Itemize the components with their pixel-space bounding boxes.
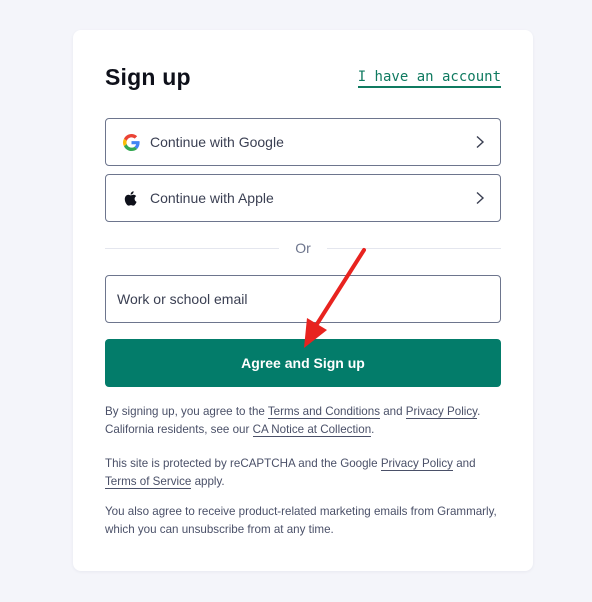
legal-text: apply. <box>191 475 225 488</box>
continue-with-google-button[interactable]: Continue with Google <box>105 118 501 166</box>
legal-text: and <box>452 457 476 470</box>
google-g-icon <box>123 134 140 151</box>
legal-text: . <box>371 423 375 436</box>
login-link[interactable]: I have an account <box>357 69 501 88</box>
terms-notice: By signing up, you agree to the Terms an… <box>105 403 501 439</box>
apple-button-label: Continue with Apple <box>150 190 274 206</box>
terms-and-conditions-link[interactable]: Terms and Conditions <box>267 405 380 419</box>
privacy-policy-link[interactable]: Privacy Policy <box>405 405 478 419</box>
chevron-right-icon <box>476 135 485 149</box>
continue-with-apple-button[interactable]: Continue with Apple <box>105 174 501 222</box>
page-title: Sign up <box>105 64 191 90</box>
card-header: Sign up I have an account <box>105 64 501 94</box>
recaptcha-notice: This site is protected by reCAPTCHA and … <box>105 455 501 491</box>
chevron-right-icon <box>476 191 485 205</box>
or-divider: Or <box>105 239 501 259</box>
ca-notice-link[interactable]: CA Notice at Collection <box>252 423 372 437</box>
legal-text: This site is protected by reCAPTCHA and … <box>105 457 381 470</box>
terms-of-service-link[interactable]: Terms of Service <box>105 475 192 489</box>
legal-text: By signing up, you agree to the <box>105 405 268 418</box>
legal-text: and <box>380 405 406 418</box>
email-input[interactable] <box>105 275 501 323</box>
apple-logo-icon <box>124 191 137 206</box>
divider-line-right <box>327 248 501 249</box>
google-button-label: Continue with Google <box>150 134 284 150</box>
google-privacy-policy-link[interactable]: Privacy Policy <box>380 457 453 471</box>
signup-card: Sign up I have an account Continue with … <box>73 30 533 571</box>
agree-and-sign-up-button[interactable]: Agree and Sign up <box>105 339 501 387</box>
marketing-notice: You also agree to receive product-relate… <box>105 505 497 536</box>
